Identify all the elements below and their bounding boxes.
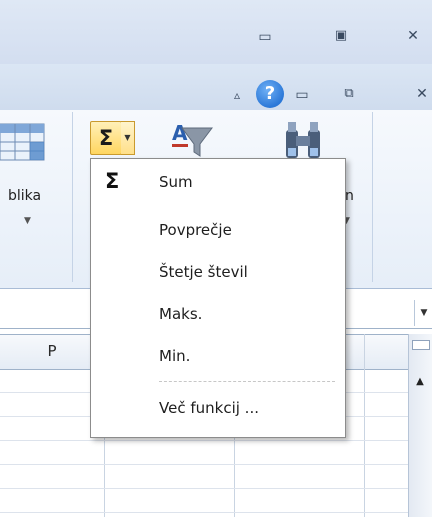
ribbon-restore-icon[interactable]: ⧉ [338, 85, 360, 103]
help-icon[interactable]: ? [256, 80, 284, 108]
menu-item-sum[interactable]: Σ Sum [91, 163, 345, 203]
menu-item-more-functions[interactable]: Več funkcij ... [91, 389, 345, 429]
ribbon-divider [372, 112, 373, 282]
menu-item-min[interactable]: Min. [91, 337, 345, 377]
menu-item-count-numbers[interactable]: Štetje števil [91, 253, 345, 293]
row-divider [0, 440, 408, 441]
menu-item-max[interactable]: Maks. [91, 295, 345, 335]
menu-item-label: Štetje števil [159, 263, 248, 281]
row-divider [0, 488, 408, 489]
chevron-up-icon[interactable]: ▵ [226, 86, 248, 104]
autosum-menu: Σ Sum Povprečje Štetje števil Maks. Min.… [90, 158, 346, 438]
find-button-label[interactable]: n [345, 188, 354, 204]
vertical-scrollbar[interactable] [408, 334, 432, 517]
table-dropdown-arrow[interactable]: ▼ [24, 216, 31, 226]
table-icon[interactable] [0, 118, 46, 162]
autosum-dropdown-arrow[interactable]: ▼ [121, 121, 135, 155]
table-button-label[interactable]: blika [8, 188, 41, 204]
binoculars-icon[interactable] [278, 118, 328, 162]
menu-item-label: Min. [159, 347, 191, 365]
title-bar [0, 0, 432, 64]
menu-separator [159, 381, 335, 382]
minimize-icon[interactable]: ▭ [254, 28, 276, 46]
menu-item-average[interactable]: Povprečje [91, 211, 345, 251]
ribbon-close-icon[interactable]: ✕ [411, 85, 432, 103]
restore-icon[interactable]: ▣ [330, 27, 352, 45]
column-divider [364, 334, 365, 517]
formula-bar-expand-icon[interactable]: ▼ [414, 300, 432, 326]
scroll-up-icon[interactable]: ▲ [410, 372, 430, 392]
close-icon[interactable]: ✕ [402, 27, 424, 45]
menu-item-label: Sum [159, 173, 193, 191]
autosum-button[interactable]: Σ [90, 121, 122, 155]
row-divider [0, 464, 408, 465]
sort-filter-icon[interactable]: A [168, 118, 214, 162]
column-header-p[interactable]: P [0, 334, 104, 368]
sigma-icon: Σ [105, 169, 120, 193]
ribbon-minimize-icon[interactable]: ▭ [291, 86, 313, 104]
ribbon-control-bar [0, 64, 432, 110]
menu-item-label: Več funkcij ... [159, 399, 259, 417]
row-divider [0, 512, 408, 513]
menu-item-label: Povprečje [159, 221, 232, 239]
menu-item-label: Maks. [159, 305, 203, 323]
split-handle[interactable] [412, 340, 430, 350]
ribbon-divider [72, 112, 73, 282]
